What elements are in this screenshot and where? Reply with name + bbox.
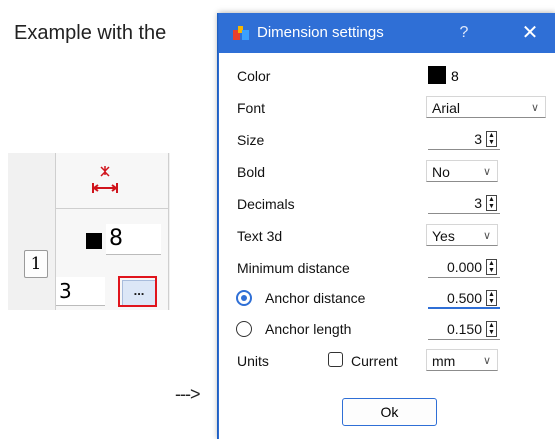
anchor-distance-label: Anchor distance — [265, 290, 366, 306]
app-icon — [233, 26, 249, 40]
decimals-stepper[interactable]: 3 ▲ ▼ — [428, 192, 500, 214]
bold-label: Bold — [237, 164, 266, 180]
anchor-distance-value: 0.500 — [446, 290, 482, 306]
decimals-value: 3 — [474, 195, 482, 211]
decimals-label: Decimals — [237, 196, 295, 212]
min-distance-label: Minimum distance — [237, 260, 350, 276]
text3d-label: Text 3d — [237, 228, 283, 244]
current-label: Current — [351, 353, 398, 369]
dialog-title: Dimension settings — [257, 24, 384, 41]
units-select-value: mm — [432, 353, 456, 369]
font-select[interactable]: Arial ∨ — [426, 96, 546, 118]
page-heading: Example with the — [14, 22, 167, 44]
color-swatch — [86, 233, 102, 249]
spin-arrows-icon[interactable]: ▲ ▼ — [486, 195, 497, 211]
spin-arrows-icon[interactable]: ▲ ▼ — [486, 321, 497, 337]
bold-select[interactable]: No ∨ — [426, 160, 498, 182]
arrow-annotation: ---> — [175, 384, 200, 404]
table-divider — [55, 208, 169, 209]
anchor-length-value: 0.150 — [446, 321, 482, 337]
dimension-settings-dialog: Dimension settings ? ✕ Color 8 Font Aria… — [218, 13, 555, 439]
text3d-select-value: Yes — [432, 228, 455, 244]
spin-arrows-icon[interactable]: ▲ ▼ — [486, 259, 497, 275]
size-value-field[interactable]: 3 — [56, 277, 105, 306]
row-number-badge[interactable]: 1 — [24, 250, 48, 278]
table-divider — [168, 153, 169, 310]
min-distance-stepper[interactable]: 0.000 ▲ ▼ — [428, 256, 500, 278]
anchor-length-stepper[interactable]: 0.150 ▲ ▼ — [428, 318, 500, 340]
color-swatch[interactable] — [428, 66, 446, 84]
units-label: Units — [237, 353, 269, 369]
bold-select-value: No — [432, 164, 450, 180]
chevron-down-icon: ∨ — [482, 355, 491, 367]
size-stepper[interactable]: 3 ▲ ▼ — [428, 128, 500, 150]
current-checkbox[interactable] — [328, 352, 343, 367]
chevron-down-icon: ∨ — [530, 102, 539, 114]
spin-arrows-icon[interactable]: ▲ ▼ — [486, 131, 497, 147]
size-label: Size — [237, 132, 265, 148]
chevron-down-icon: ∨ — [482, 166, 491, 178]
anchor-length-radio[interactable] — [236, 321, 252, 337]
font-select-value: Arial — [432, 100, 461, 116]
anchor-distance-radio[interactable] — [236, 290, 252, 306]
anchor-length-label: Anchor length — [265, 321, 352, 337]
color-value-field[interactable]: 8 — [106, 224, 161, 255]
close-button[interactable]: ✕ — [515, 21, 545, 45]
ok-button[interactable]: Ok — [342, 398, 437, 426]
help-button[interactable]: ? — [449, 21, 479, 45]
size-value: 3 — [474, 131, 482, 147]
color-label: Color — [237, 68, 271, 84]
font-label: Font — [237, 100, 266, 116]
anchor-distance-stepper[interactable]: 0.500 ▲ ▼ — [428, 287, 500, 309]
dimension-icon — [92, 166, 118, 193]
units-select[interactable]: mm ∨ — [426, 349, 498, 371]
highlight-box — [118, 276, 157, 307]
min-distance-value: 0.000 — [446, 259, 482, 275]
dialog-titlebar[interactable]: Dimension settings ? ✕ — [219, 13, 555, 53]
spin-arrows-icon[interactable]: ▲ ▼ — [486, 290, 497, 306]
dimension-table: 1 8 3 ... — [8, 153, 170, 310]
chevron-down-icon: ∨ — [482, 230, 491, 242]
text3d-select[interactable]: Yes ∨ — [426, 224, 498, 246]
color-value[interactable]: 8 — [451, 68, 459, 84]
